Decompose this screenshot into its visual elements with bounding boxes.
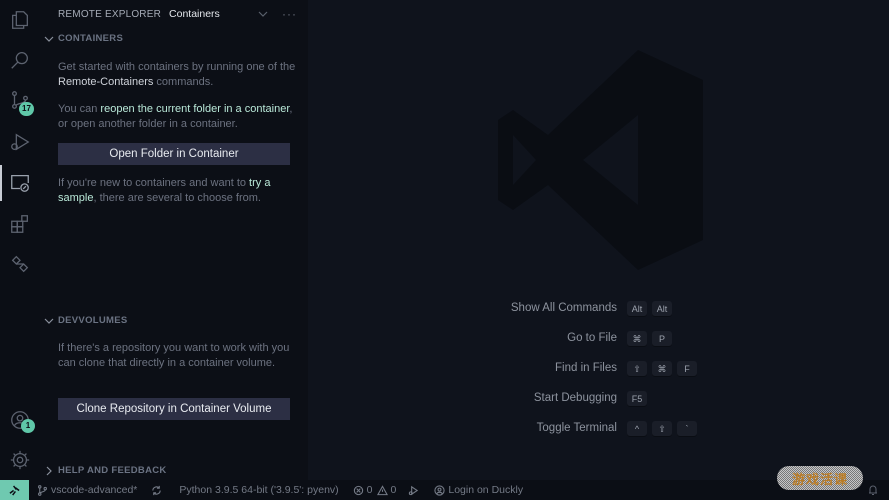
view-selector[interactable]: Containers <box>169 8 220 20</box>
notifications-bell-icon[interactable] <box>867 484 879 496</box>
git-branch-icon <box>38 484 47 496</box>
key: ⇧ <box>627 361 647 377</box>
section-title: DEVVOLUMES <box>58 315 128 326</box>
shortcut-row: Find in Files ⇧ ⌘ F <box>308 360 889 380</box>
key: ⌘ <box>652 361 672 377</box>
live-share-status[interactable] <box>408 485 422 496</box>
shortcut-row: Start Debugging F5 <box>308 390 889 410</box>
shortcut-keys: ^ ⇧ ` <box>627 421 697 437</box>
containers-intro: Get started with containers by running o… <box>58 60 298 90</box>
section-help-header[interactable]: HELP AND FEEDBACK <box>44 465 167 476</box>
vscode-logo-icon <box>498 50 703 270</box>
run-debug-icon <box>11 133 30 151</box>
shortcut-row: Toggle Terminal ^ ⇧ ` <box>308 420 889 440</box>
key: Alt <box>627 301 647 317</box>
section-containers-header[interactable]: CONTAINERS <box>44 33 123 44</box>
clone-repository-button[interactable]: Clone Repository in Container Volume <box>58 398 290 420</box>
activity-bar: 17 1 <box>0 0 40 480</box>
editor-area: Show All Commands Alt Alt Go to File ⌘ P… <box>308 0 889 480</box>
duckly-login[interactable]: Login on Duckly <box>434 484 523 496</box>
extensions-icon <box>11 215 28 233</box>
watermark-badge: 游戏活课 <box>777 466 863 490</box>
activity-search[interactable] <box>0 40 40 80</box>
shortcut-label: Find in Files <box>555 362 617 374</box>
activity-run-debug[interactable] <box>0 122 40 162</box>
shortcut-keys: ⌘ P <box>627 331 672 347</box>
activity-explorer[interactable] <box>0 0 40 40</box>
key: P <box>652 331 672 347</box>
remote-indicator-button[interactable] <box>0 480 29 500</box>
sync-button[interactable] <box>151 485 165 496</box>
remote-containers-link[interactable]: Remote-Containers <box>58 76 153 88</box>
shortcut-label: Show All Commands <box>510 302 617 314</box>
key: Alt <box>652 301 672 317</box>
remote-explorer-icon <box>11 175 29 192</box>
status-bar: vscode-advanced* Python 3.9.5 64-bit ('3… <box>0 480 889 500</box>
sidebar-title: REMOTE EXPLORER <box>58 8 162 20</box>
key: ⇧ <box>652 421 672 437</box>
shortcut-label: Go to File <box>567 332 617 344</box>
shortcut-label: Toggle Terminal <box>536 422 617 434</box>
text: If you're new to containers and want to <box>58 177 250 189</box>
chevron-down-icon <box>44 36 54 42</box>
devvolumes-text: If there's a repository you want to work… <box>58 342 290 369</box>
shortcut-row: Go to File ⌘ P <box>308 330 889 350</box>
activity-extensions[interactable] <box>0 204 40 244</box>
section-title: CONTAINERS <box>58 33 124 44</box>
duckly-login-label: Login on Duckly <box>448 484 524 496</box>
more-actions-icon[interactable]: ··· <box>282 7 297 21</box>
activity-accounts[interactable]: 1 <box>0 400 40 440</box>
reopen-folder-link[interactable]: reopen the current folder in a container <box>100 103 289 115</box>
text: commands. <box>153 76 214 88</box>
shortcut-keys: ⇧ ⌘ F <box>627 361 697 377</box>
search-icon <box>11 52 28 69</box>
text: , there are several to choose from. <box>93 192 261 204</box>
section-devvolumes-header[interactable]: DEVVOLUMES <box>44 315 128 326</box>
branch-indicator[interactable]: vscode-advanced* <box>37 484 137 496</box>
activity-live-share[interactable] <box>0 244 40 284</box>
key: ⌘ <box>627 331 647 347</box>
warning-icon <box>376 484 388 495</box>
problems-indicator[interactable]: 0 0 <box>353 484 397 496</box>
sync-icon <box>152 485 162 495</box>
activity-source-control[interactable]: 17 <box>0 80 40 120</box>
sidebar-header: REMOTE EXPLORER Containers ··· <box>40 0 308 28</box>
activity-manage[interactable] <box>0 440 40 480</box>
files-icon <box>12 11 28 29</box>
activity-remote-explorer[interactable] <box>0 163 40 203</box>
shortcut-keys: F5 <box>627 391 647 407</box>
source-control-badge: 17 <box>19 102 34 116</box>
warning-count: 0 <box>390 484 397 496</box>
chevron-down-icon <box>44 318 54 324</box>
accounts-badge: 1 <box>21 419 35 433</box>
watermark-text: 游戏活课 <box>791 471 848 487</box>
containers-reopen-text: You can reopen the current folder in a c… <box>58 102 298 132</box>
key: ` <box>677 421 697 437</box>
branch-name: vscode-advanced* <box>51 484 138 496</box>
sidebar: REMOTE EXPLORER Containers ··· CONTAINER… <box>40 0 308 480</box>
shortcut-keys: Alt Alt <box>627 301 672 317</box>
containers-sample-text: If you're new to containers and want to … <box>58 176 298 206</box>
chevron-down-icon[interactable] <box>258 9 268 19</box>
key: ^ <box>627 421 647 437</box>
python-interpreter[interactable]: Python 3.9.5 64-bit ('3.9.5': pyenv) <box>179 484 338 496</box>
key: F5 <box>627 391 647 407</box>
open-folder-in-container-button[interactable]: Open Folder in Container <box>58 143 290 165</box>
shortcut-label: Start Debugging <box>533 392 617 404</box>
key: F <box>677 361 697 377</box>
text: Get started with containers by running o… <box>58 61 296 73</box>
live-share-icon <box>11 255 29 273</box>
gear-icon <box>10 450 30 470</box>
error-count: 0 <box>366 484 373 496</box>
chevron-right-icon <box>46 466 52 475</box>
live-share-icon <box>409 485 419 495</box>
account-icon <box>434 484 445 496</box>
error-icon <box>353 485 363 495</box>
remote-icon <box>9 484 20 496</box>
section-title: HELP AND FEEDBACK <box>58 465 167 476</box>
text: You can <box>58 103 101 115</box>
shortcut-row: Show All Commands Alt Alt <box>308 300 889 320</box>
